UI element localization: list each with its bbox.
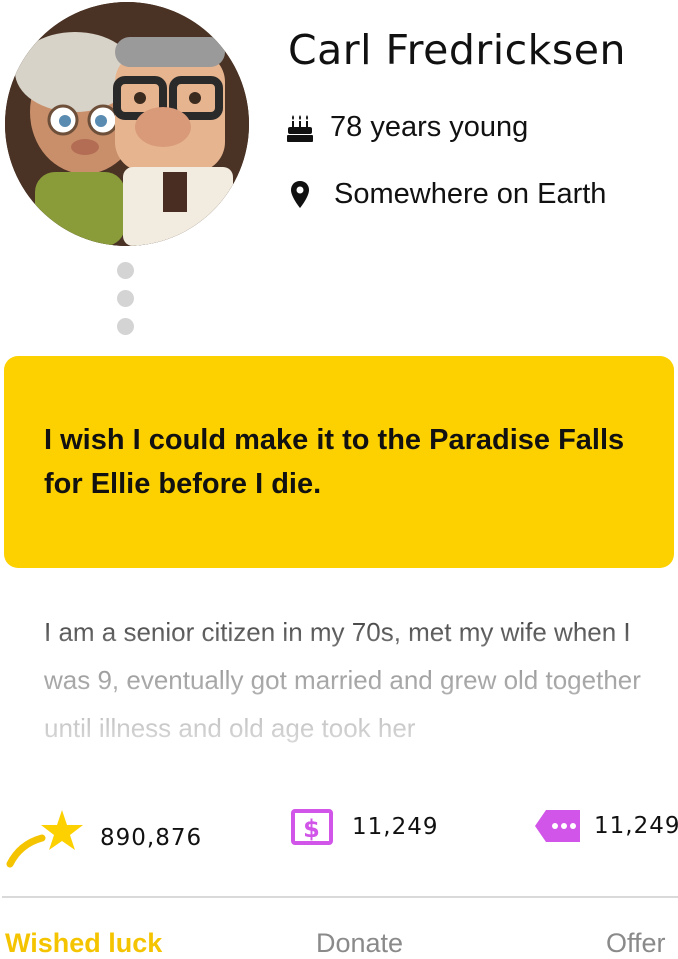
age-text: 78 years young — [330, 111, 529, 143]
age-row: 78 years young — [286, 111, 528, 144]
offer-count: 11,249 — [594, 813, 678, 839]
luck-stat[interactable]: 890,876 — [6, 808, 202, 868]
tag-icon — [534, 808, 582, 844]
divider — [2, 896, 678, 898]
wish-text: I wish I could make it to the Paradise F… — [44, 424, 625, 500]
dot — [117, 262, 134, 279]
svg-text:$: $ — [303, 815, 321, 843]
map-pin-icon — [290, 180, 310, 210]
wish-card: I wish I could make it to the Paradise F… — [4, 356, 674, 568]
profile-name: Carl Fredricksen — [288, 26, 626, 74]
location-text: Somewhere on Earth — [334, 178, 607, 210]
tab-donate[interactable]: Donate — [316, 928, 403, 959]
tab-wished-luck[interactable]: Wished luck — [5, 928, 162, 959]
tab-offer[interactable]: Offer — [606, 928, 666, 959]
dot — [117, 318, 134, 335]
location-row: Somewhere on Earth — [286, 178, 606, 211]
shooting-star-icon — [6, 808, 86, 868]
donate-count: 11,249 — [352, 814, 439, 840]
story-text: I am a senior citizen in my 70s, met my … — [44, 617, 641, 743]
more-options-dots[interactable] — [117, 262, 135, 346]
avatar-illustration — [5, 2, 249, 246]
profile-avatar — [5, 2, 249, 246]
donate-stat[interactable]: $ 11,249 — [290, 808, 438, 846]
offer-stat[interactable]: 11,249 — [534, 808, 678, 844]
luck-count: 890,876 — [100, 825, 203, 851]
dot — [117, 290, 134, 307]
birthday-cake-icon — [286, 113, 314, 143]
dollar-box-icon: $ — [290, 808, 334, 846]
